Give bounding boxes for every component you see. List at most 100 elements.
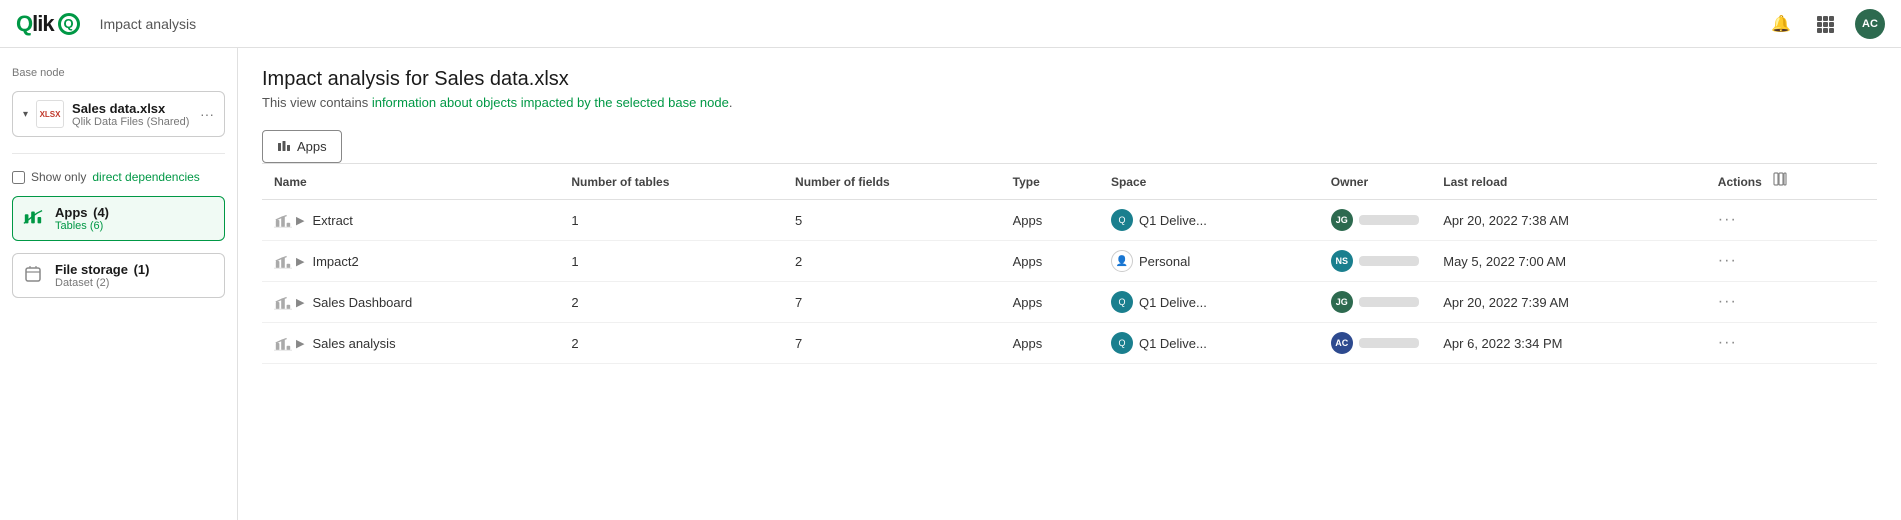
content-area: Impact analysis for Sales data.xlsx This… (238, 48, 1901, 520)
cell-owner: JG (1319, 200, 1431, 241)
space-q1-icon: Q (1111, 291, 1133, 313)
col-last-reload: Last reload (1431, 164, 1706, 200)
space-personal-icon: 👤 (1111, 250, 1133, 272)
separator (12, 153, 225, 154)
base-node-label: Base node (12, 64, 225, 79)
cell-actions[interactable]: ··· (1706, 282, 1877, 323)
owner-name-blur (1359, 256, 1419, 266)
row-actions-dots[interactable]: ··· (1718, 211, 1737, 229)
space-name: Q1 Delive... (1139, 213, 1207, 228)
tree-item-apps-label: Apps (4) (55, 205, 214, 220)
row-actions-dots[interactable]: ··· (1718, 252, 1737, 270)
space-name: Q1 Delive... (1139, 295, 1207, 310)
col-space: Space (1099, 164, 1319, 200)
cell-actions[interactable]: ··· (1706, 241, 1877, 282)
cell-num-tables: 1 (559, 241, 783, 282)
more-options-icon[interactable]: ··· (200, 106, 214, 122)
col-num-tables: Number of tables (559, 164, 783, 200)
direct-dependencies-checkbox-row: Show only direct dependencies (12, 170, 225, 184)
avatar[interactable]: AC (1855, 9, 1885, 39)
space-q1-icon: Q (1111, 209, 1133, 231)
table-row: ▶ Impact2 12Apps👤Personal NS May 5, 2022 7… (262, 241, 1877, 282)
col-type: Type (1001, 164, 1099, 200)
cell-actions[interactable]: ··· (1706, 323, 1877, 364)
cell-type: Apps (1001, 241, 1099, 282)
tab-apps-label: Apps (297, 139, 327, 154)
cell-actions[interactable]: ··· (1706, 200, 1877, 241)
data-table: Name Number of tables Number of fields T… (262, 163, 1877, 364)
cell-name: ▶ Extract (262, 200, 559, 241)
subtitle-plain: This view contains (262, 95, 372, 110)
tree-item-filestorage-label: File storage (1) (55, 262, 214, 277)
row-name-text: Sales analysis (312, 336, 395, 351)
tree-item-filestorage-info: File storage (1) Dataset (2) (55, 262, 214, 289)
row-expand-icon[interactable]: ▶ (296, 296, 304, 309)
topnav: Qlik Q Impact analysis 🔔 AC (0, 0, 1901, 48)
direct-dependencies-checkbox[interactable] (12, 171, 25, 184)
bell-icon[interactable]: 🔔 (1767, 10, 1795, 38)
cell-num-fields: 7 (783, 323, 1001, 364)
file-storage-icon (23, 264, 47, 288)
cell-num-tables: 2 (559, 323, 783, 364)
row-actions-dots[interactable]: ··· (1718, 334, 1737, 352)
cell-space: 👤Personal (1099, 241, 1319, 282)
cell-num-fields: 2 (783, 241, 1001, 282)
cell-type: Apps (1001, 200, 1099, 241)
owner-name-blur (1359, 297, 1419, 307)
cell-num-tables: 1 (559, 200, 783, 241)
direct-dependencies-link[interactable]: direct dependencies (92, 170, 199, 184)
content-title: Impact analysis for Sales data.xlsx (262, 68, 1877, 91)
cell-owner: AC (1319, 323, 1431, 364)
owner-avatar: JG (1331, 209, 1353, 231)
tree-item-apps-info: Apps (4) Tables (6) (55, 205, 214, 232)
row-name-text: Sales Dashboard (312, 295, 412, 310)
col-num-fields: Number of fields (783, 164, 1001, 200)
col-name: Name (262, 164, 559, 200)
owner-name-blur (1359, 215, 1419, 225)
base-node-name: Sales data.xlsx (72, 101, 192, 116)
checkbox-label-plain: Show only (31, 170, 86, 184)
owner-name-blur (1359, 338, 1419, 348)
row-expand-icon[interactable]: ▶ (296, 214, 304, 227)
cell-last-reload: Apr 6, 2022 3:34 PM (1431, 323, 1706, 364)
column-toggle-icon[interactable] (1773, 173, 1787, 190)
qlik-wordmark: Qlik (16, 11, 54, 37)
owner-avatar: AC (1331, 332, 1353, 354)
owner-avatar: NS (1331, 250, 1353, 272)
tab-apps[interactable]: Apps (262, 130, 342, 163)
space-q1-icon: Q (1111, 332, 1133, 354)
row-actions-dots[interactable]: ··· (1718, 293, 1737, 311)
owner-avatar: JG (1331, 291, 1353, 313)
subtitle-end: . (729, 95, 733, 110)
page-title: Impact analysis (100, 16, 1767, 32)
cell-owner: JG (1319, 282, 1431, 323)
table-row: ▶ Sales Dashboard 27AppsQQ1 Delive...JGA… (262, 282, 1877, 323)
subtitle-link[interactable]: information about objects impacted by th… (372, 95, 729, 110)
tree-item-apps[interactable]: Apps (4) Tables (6) (12, 196, 225, 241)
base-node-sub: Qlik Data Files (Shared) (72, 116, 192, 128)
tree-item-filestorage-sub: Dataset (2) (55, 277, 214, 289)
row-name-text: Impact2 (312, 254, 358, 269)
logo: Qlik Q (16, 11, 80, 37)
col-owner: Owner (1319, 164, 1431, 200)
row-expand-icon[interactable]: ▶ (296, 255, 304, 268)
expand-arrow-icon[interactable]: ▾ (23, 109, 28, 120)
table-row: ▶ Sales analysis 27AppsQQ1 Delive...ACAp… (262, 323, 1877, 364)
base-node-info: Sales data.xlsx Qlik Data Files (Shared) (72, 101, 192, 128)
cell-space: Q Q1 Delive... (1099, 200, 1319, 241)
row-expand-icon[interactable]: ▶ (296, 337, 304, 350)
cell-last-reload: Apr 20, 2022 7:38 AM (1431, 200, 1706, 241)
cell-last-reload: May 5, 2022 7:00 AM (1431, 241, 1706, 282)
tree-item-file-storage[interactable]: File storage (1) Dataset (2) (12, 253, 225, 298)
apps-tree-icon (23, 207, 47, 231)
sidebar: Base node ▾ XLSX Sales data.xlsx Qlik Da… (0, 48, 238, 520)
cell-num-tables: 2 (559, 282, 783, 323)
content-subtitle: This view contains information about obj… (262, 95, 1877, 110)
grid-icon[interactable] (1811, 10, 1839, 38)
qlik-logo-circle: Q (58, 13, 80, 35)
cell-name: ▶ Sales Dashboard (262, 282, 559, 323)
space-name: Q1 Delive... (1139, 336, 1207, 351)
table-row: ▶ Extract 15AppsQQ1 Delive...JGApr 20, 2… (262, 200, 1877, 241)
base-node-card[interactable]: ▾ XLSX Sales data.xlsx Qlik Data Files (… (12, 91, 225, 137)
tree-item-apps-sub: Tables (6) (55, 220, 214, 232)
